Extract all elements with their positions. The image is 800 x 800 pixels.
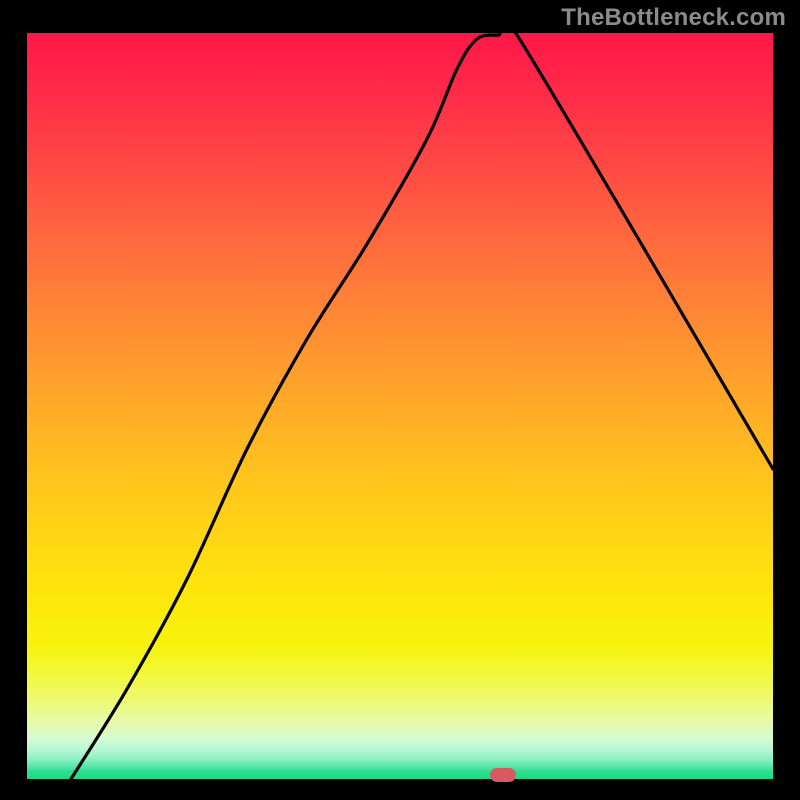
bottleneck-curve bbox=[27, 33, 773, 779]
chart-container: TheBottleneck.com bbox=[0, 0, 800, 800]
optimal-point-marker bbox=[490, 768, 516, 782]
plot-area bbox=[27, 33, 773, 779]
watermark-label: TheBottleneck.com bbox=[561, 4, 786, 32]
